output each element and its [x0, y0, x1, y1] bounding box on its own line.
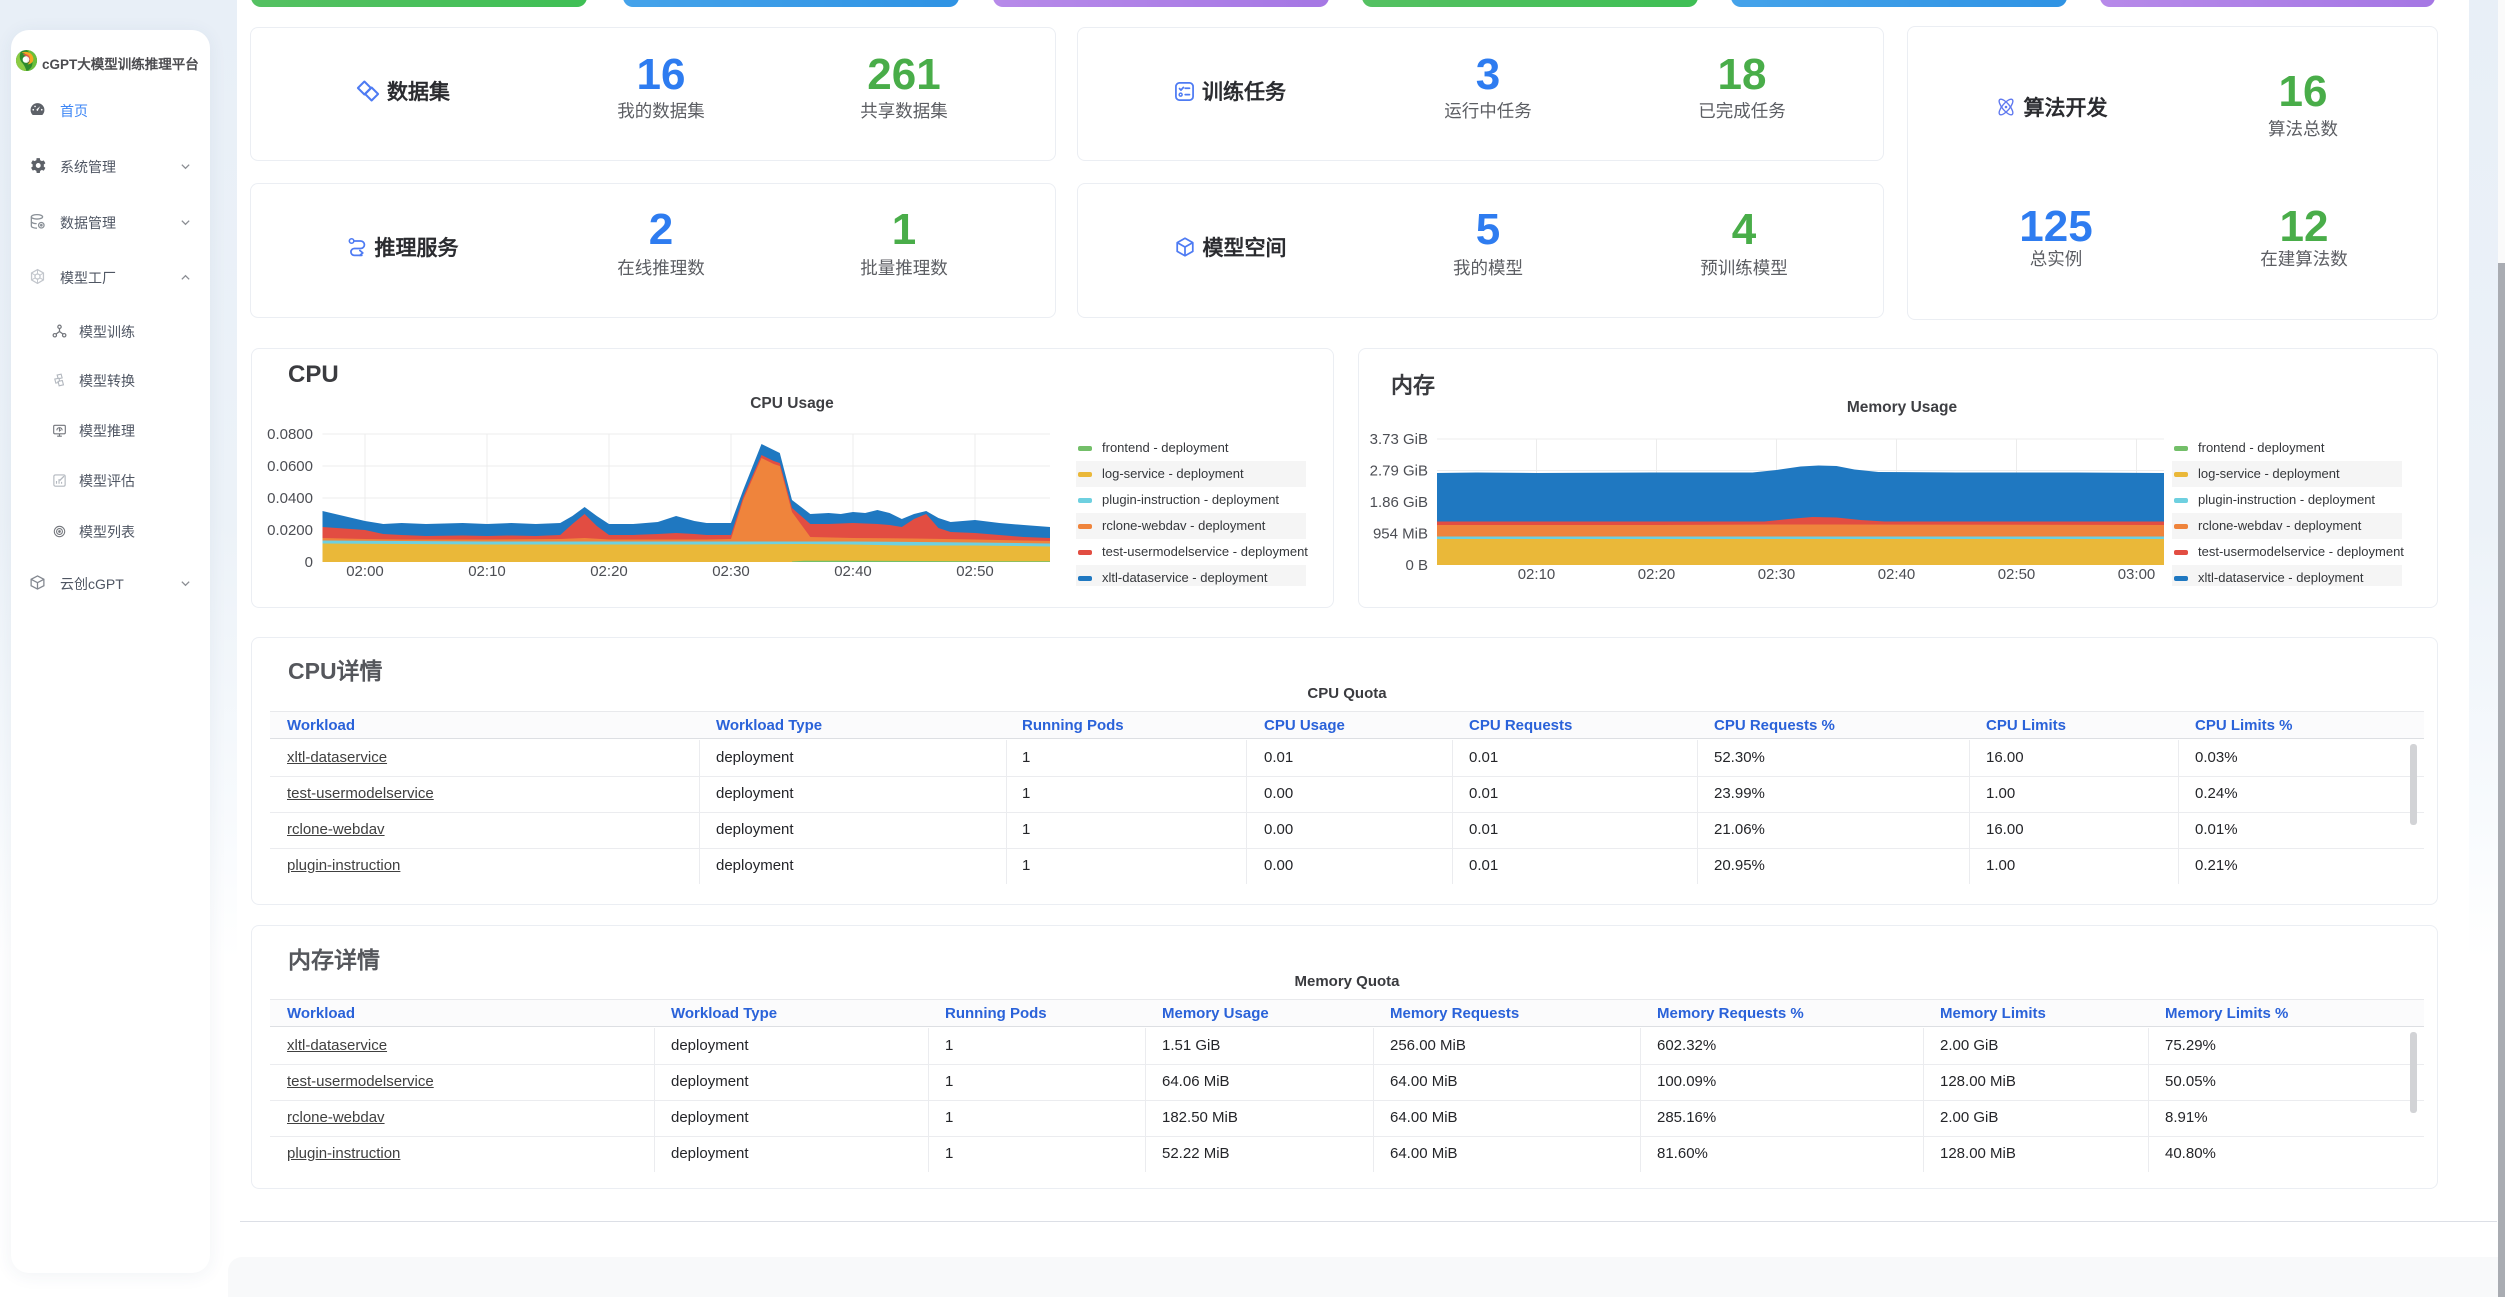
- svg-text:02:10: 02:10: [1518, 566, 1556, 583]
- svg-text:02:30: 02:30: [712, 563, 750, 580]
- svg-text:02:30: 02:30: [1758, 566, 1796, 583]
- svg-text:02:10: 02:10: [468, 563, 506, 580]
- svg-text:0.0600: 0.0600: [267, 458, 313, 475]
- svg-text:02:40: 02:40: [1878, 566, 1916, 583]
- svg-text:02:20: 02:20: [590, 563, 628, 580]
- svg-text:0 B: 0 B: [1405, 557, 1428, 574]
- svg-text:CPU Usage: CPU Usage: [750, 395, 834, 412]
- svg-text:2.79 GiB: 2.79 GiB: [1370, 463, 1428, 480]
- svg-text:02:40: 02:40: [834, 563, 872, 580]
- svg-text:954 MiB: 954 MiB: [1373, 526, 1428, 543]
- svg-text:1.86 GiB: 1.86 GiB: [1370, 494, 1428, 511]
- svg-text:02:50: 02:50: [1998, 566, 2036, 583]
- svg-text:Memory Usage: Memory Usage: [1847, 399, 1958, 416]
- svg-text:02:50: 02:50: [956, 563, 994, 580]
- svg-text:0: 0: [305, 554, 313, 571]
- svg-text:02:20: 02:20: [1638, 566, 1676, 583]
- svg-text:02:00: 02:00: [346, 563, 384, 580]
- svg-text:3.73 GiB: 3.73 GiB: [1370, 431, 1428, 448]
- svg-text:03:00: 03:00: [2118, 566, 2156, 583]
- svg-text:0.0200: 0.0200: [267, 522, 313, 539]
- svg-text:0.0400: 0.0400: [267, 490, 313, 507]
- svg-text:0.0800: 0.0800: [267, 426, 313, 443]
